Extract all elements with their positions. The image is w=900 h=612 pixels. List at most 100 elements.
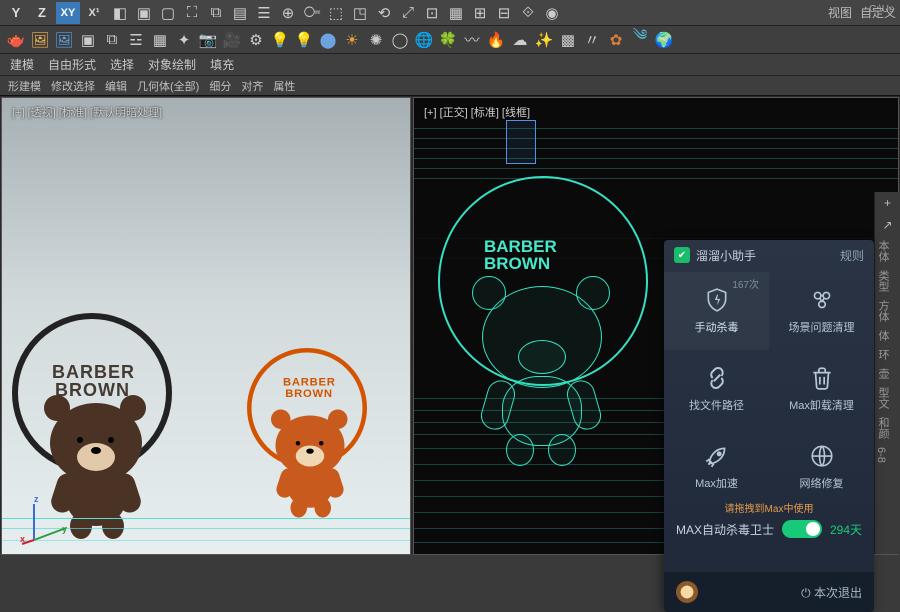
tool-icon[interactable]: ⟲ — [373, 2, 395, 24]
wire-bear — [458, 268, 628, 458]
panel-label: 方体 — [875, 296, 891, 326]
panel-label: 本体 — [875, 236, 891, 266]
tool-icon[interactable]: ⧃ — [301, 2, 323, 24]
tool-icon[interactable]: ▣ — [133, 2, 155, 24]
panel-item-accelerate[interactable]: Max加速 — [664, 428, 769, 506]
ribbon-tab[interactable]: 选择 — [110, 56, 134, 73]
rules-link[interactable]: 规则 — [840, 247, 864, 264]
star-icon[interactable]: ✺ — [365, 29, 387, 51]
panel-item-scan[interactable]: 167次 手动杀毒 — [664, 272, 769, 350]
grid-icon[interactable]: ▦ — [149, 29, 171, 51]
tool-icon[interactable]: ⊟ — [493, 2, 515, 24]
panel-label: 类型 — [875, 266, 891, 296]
slash-icon[interactable]: 〃 — [581, 29, 603, 51]
add-button[interactable]: + — [875, 192, 900, 214]
layers-icon[interactable]: ☲ — [125, 29, 147, 51]
tool-icon[interactable]: ⬚ — [325, 2, 347, 24]
wind-icon[interactable]: ༄ — [629, 29, 651, 51]
toolbar-top: Y Z XY X¹ ◧ ▣ ▢ ⛶ ⧉ ▤ ☰ ⊕ ⧃ ⬚ ◳ ⟲ ⤢ ⊡ ▦ … — [0, 0, 900, 26]
ribbon-tab[interactable]: 对象绘制 — [148, 56, 196, 73]
sphere-icon[interactable]: ⬤ — [317, 29, 339, 51]
panel-label: 环 — [875, 345, 891, 364]
ribbon-group[interactable]: 属性 — [273, 78, 295, 94]
shield-icon: ✔ — [674, 247, 690, 263]
exit-button[interactable]: 本次退出 — [801, 584, 862, 601]
panel-icon[interactable]: ↗ — [875, 214, 900, 236]
bulb-icon[interactable]: 💡 — [293, 29, 315, 51]
tool-icon[interactable]: ◉ — [541, 2, 563, 24]
axis-y-button[interactable]: Y — [4, 2, 28, 24]
scan-count: 167次 — [732, 276, 759, 291]
avatar[interactable] — [676, 581, 698, 603]
light-icon[interactable]: 💡 — [269, 29, 291, 51]
ribbon-tab[interactable]: 建模 — [10, 56, 34, 73]
camera-icon[interactable]: 📷 — [197, 29, 219, 51]
axis-z-button[interactable]: Z — [30, 2, 54, 24]
sparkle-icon[interactable]: ✨ — [533, 29, 555, 51]
tool-icon[interactable]: ▤ — [229, 2, 251, 24]
tool-icon[interactable]: ⊕ — [277, 2, 299, 24]
fire-icon[interactable]: 🔥 — [485, 29, 507, 51]
tool-icon[interactable]: ⤢ — [397, 2, 419, 24]
auto-guard-toggle[interactable] — [782, 520, 822, 538]
blueprint-icon — [506, 120, 536, 164]
toolbar-icons: 🫖 🖼 🖼 ▣ ⧉ ☲ ▦ ✦ 📷 🎥 ⚙ 💡 💡 ⬤ ☀ ✺ ◯ 🌐 🍀 〰 … — [0, 26, 900, 54]
panel-label: 和颜 — [875, 413, 891, 443]
ribbon-group[interactable]: 修改选择 — [51, 78, 95, 94]
command-panel: + ↗ 本体 类型 方体 体 环 壶 型文 和颜 6-8 — [874, 192, 900, 554]
wave-icon[interactable]: 〰 — [461, 29, 483, 51]
tool-icon[interactable]: ⛶ — [181, 2, 203, 24]
tool-icon[interactable]: ⟐ — [517, 2, 539, 24]
ribbon-group[interactable]: 对齐 — [241, 78, 263, 94]
flower-icon[interactable]: ✿ — [605, 29, 627, 51]
menu-view[interactable]: 视图 — [828, 4, 852, 21]
trash-icon — [809, 365, 835, 391]
sun-icon[interactable]: ☀ — [341, 29, 363, 51]
viewport-perspective[interactable]: [+] [透视] [标准] [默认明暗处理] BARBERBROWN BARBE… — [1, 97, 411, 555]
panel-item-uninstall[interactable]: Max卸载清理 — [769, 350, 874, 428]
axis-gizmo: zyx — [20, 496, 70, 546]
ribbon-group[interactable]: 细分 — [209, 78, 231, 94]
panel-title: 溜溜小助手 — [696, 247, 756, 264]
axis-xi-button[interactable]: X¹ — [82, 2, 106, 24]
tool-icon[interactable]: ⊞ — [469, 2, 491, 24]
tool-icon[interactable]: ▢ — [157, 2, 179, 24]
panel-item-find-path[interactable]: 找文件路径 — [664, 350, 769, 428]
earth-icon[interactable]: 🌍 — [653, 29, 675, 51]
ribbon-tab[interactable]: 自由形式 — [48, 56, 96, 73]
rocket-icon — [704, 443, 730, 469]
effects-icon[interactable]: ✦ — [173, 29, 195, 51]
ribbon-group[interactable]: 编辑 — [105, 78, 127, 94]
panel-item-scene-clean[interactable]: 场景问题清理 — [769, 272, 874, 350]
sphere-icon[interactable]: ◯ — [389, 29, 411, 51]
hexagon-icon — [809, 287, 835, 313]
axis-xy-button[interactable]: XY — [56, 2, 80, 24]
panel-item-network[interactable]: 网络修复 — [769, 428, 874, 506]
cube-icon[interactable]: ▣ — [77, 29, 99, 51]
globe-icon — [809, 443, 835, 469]
ribbon-group[interactable]: 几何体(全部) — [137, 78, 199, 94]
world-icon[interactable]: 🌐 — [413, 29, 435, 51]
ribbon-group[interactable]: 形建模 — [8, 78, 41, 94]
tool-icon[interactable]: ◳ — [349, 2, 371, 24]
cubes-icon[interactable]: ⧉ — [101, 29, 123, 51]
leaf-icon[interactable]: 🍀 — [437, 29, 459, 51]
tool-icon[interactable]: ◧ — [109, 2, 131, 24]
pattern-icon[interactable]: ▩ — [557, 29, 579, 51]
bolt-shield-icon — [704, 287, 730, 313]
panel-label: 6-8 — [875, 443, 887, 467]
settings-icon[interactable]: ⚙ — [245, 29, 267, 51]
tool-icon[interactable]: ⧉ — [205, 2, 227, 24]
video-icon[interactable]: 🎥 — [221, 29, 243, 51]
tool-icon[interactable]: ▦ — [445, 2, 467, 24]
auto-guard-label: MAX自动杀毒卫士 — [676, 521, 774, 538]
viewports: [+] [透视] [标准] [默认明暗处理] BARBERBROWN BARBE… — [0, 96, 900, 554]
cloud-icon[interactable]: ☁ — [509, 29, 531, 51]
image-icon[interactable]: 🖼 — [29, 29, 51, 51]
ribbon-tabs: 建模 自由形式 选择 对象绘制 填充 — [0, 54, 900, 76]
teapot-icon[interactable]: 🫖 — [5, 29, 27, 51]
tool-icon[interactable]: ☰ — [253, 2, 275, 24]
image-icon[interactable]: 🖼 — [53, 29, 75, 51]
tool-icon[interactable]: ⊡ — [421, 2, 443, 24]
ribbon-tab[interactable]: 填充 — [210, 56, 234, 73]
